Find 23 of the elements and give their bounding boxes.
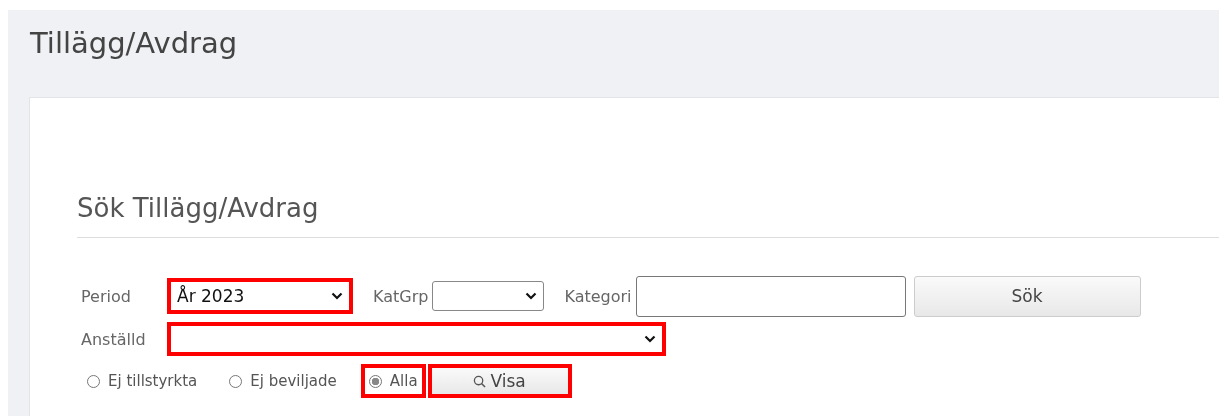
radio-button[interactable] xyxy=(368,374,382,388)
input-field[interactable] xyxy=(635,275,906,317)
caret-icon xyxy=(644,335,656,343)
section-title: Sök Tillägg/Avdrag xyxy=(77,193,1219,238)
dropdown-value: År 2023 xyxy=(177,286,245,306)
dropdown[interactable]: År 2023 xyxy=(167,278,353,314)
search-button[interactable]: Sök xyxy=(913,275,1141,317)
radio-option[interactable]: Alla xyxy=(360,364,426,398)
radio-option[interactable]: Ej tillstyrkta xyxy=(79,364,206,398)
field-label: KatGrp xyxy=(373,286,429,306)
dropdown[interactable] xyxy=(432,281,545,311)
show-button[interactable]: Visa xyxy=(427,364,572,398)
field-label: Kategori xyxy=(564,286,632,306)
radio-button[interactable] xyxy=(229,374,243,388)
page-title: Tillägg/Avdrag xyxy=(29,25,239,62)
caret-icon xyxy=(331,292,343,300)
field-label: Anställd xyxy=(81,329,147,349)
search-icon xyxy=(473,374,487,388)
field-label: Period xyxy=(81,286,132,306)
caret-icon xyxy=(525,292,538,300)
dropdown[interactable] xyxy=(167,322,666,356)
radio-button[interactable] xyxy=(87,374,100,388)
radio-option[interactable]: Ej beviljade xyxy=(221,364,345,398)
